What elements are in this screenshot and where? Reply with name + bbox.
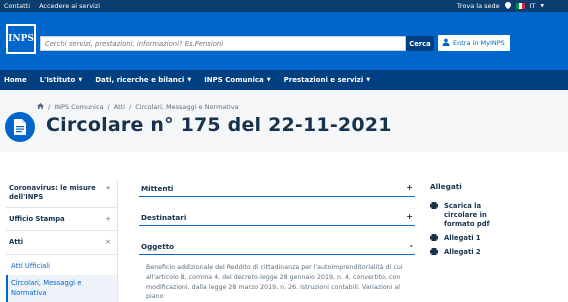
accordion-title: Mittenti	[141, 183, 174, 193]
sidebar-subitem-atti-ufficiali[interactable]: Atti Ufficiali	[6, 255, 117, 275]
language-selector[interactable]: IT	[530, 2, 536, 10]
nav-item-istituto[interactable]: L'Istituto ▼	[40, 76, 82, 84]
expand-icon: +	[406, 212, 413, 221]
attachment-label: Allegati 2	[444, 247, 481, 256]
chevron-down-icon: ▼	[187, 77, 192, 83]
print-icon	[430, 247, 438, 258]
myinps-button[interactable]: Entra in MyINPS	[438, 35, 510, 51]
sidebar-item-coronavirus[interactable]: Coronavirus: le misure dell'INPS +	[6, 180, 117, 208]
myinps-label: Entra in MyINPS	[453, 39, 505, 47]
expand-icon: +	[406, 183, 413, 192]
sidebar-subitem-circolari[interactable]: Circolari, Messaggi e Normativa	[6, 275, 117, 302]
attachment-1-link[interactable]: Allegati 1	[430, 233, 550, 244]
sidebar-item-label: Atti	[9, 238, 24, 247]
sidebar-item-label: Ufficio Stampa	[9, 214, 65, 223]
chevron-down-icon: ▼	[366, 77, 371, 83]
search-box	[40, 36, 406, 51]
document-icon	[5, 112, 35, 142]
attachment-pdf-link[interactable]: Scarica la circolare in formato pdf	[430, 202, 550, 230]
link-contatti[interactable]: Contatti	[4, 2, 30, 10]
collapse-icon: -	[409, 241, 413, 250]
home-icon[interactable]	[37, 103, 44, 111]
chevron-down-icon: ▼	[266, 77, 271, 83]
nav-item-dati-ricerche[interactable]: Dati, ricerche e bilanci ▼	[95, 76, 191, 84]
breadcrumb-separator: /	[48, 103, 51, 111]
location-pin-icon	[504, 1, 511, 11]
oggetto-text: Beneficio addizionale del Reddito di cit…	[146, 264, 403, 301]
search-button[interactable]: Cerca	[406, 36, 434, 51]
attachment-label: Allegati 1	[444, 233, 481, 242]
main-navigation: Home L'Istituto ▼ Dati, ricerche e bilanc…	[0, 70, 568, 90]
accordion-destinatari[interactable]: Destinatari +	[139, 209, 415, 226]
accordion-title: Destinatari	[141, 212, 187, 222]
sidebar-item-ufficio-stampa[interactable]: Ufficio Stampa +	[6, 208, 117, 232]
print-icon	[430, 233, 438, 244]
italian-flag-icon	[515, 3, 525, 9]
attachments-panel: Allegati Scarica la circolare in formato…	[430, 182, 550, 262]
expand-icon: +	[105, 214, 111, 223]
print-icon	[430, 202, 438, 230]
sidebar: Coronavirus: le misure dell'INPS + Uffic…	[6, 180, 118, 302]
attachment-label: Scarica la circolare in formato pdf	[444, 202, 490, 229]
accordion-title: Oggetto	[141, 241, 175, 251]
top-utility-bar: Contatti Accedere ai servizi Trova la se…	[0, 0, 568, 12]
breadcrumb-atti[interactable]: Atti	[114, 103, 125, 111]
user-icon	[442, 38, 450, 48]
nav-item-home[interactable]: Home	[4, 76, 27, 84]
search-input[interactable]	[45, 39, 405, 48]
nav-item-inps-comunica[interactable]: INPS Comunica ▼	[204, 76, 270, 84]
collapse-icon: ×	[105, 238, 111, 247]
attachment-2-link[interactable]: Allegati 2	[430, 247, 550, 258]
breadcrumb-separator: /	[129, 103, 132, 111]
expand-icon: +	[105, 184, 111, 192]
link-trova-sede[interactable]: Trova la sede	[457, 2, 500, 10]
accordion-oggetto[interactable]: Oggetto -	[139, 238, 415, 255]
accordion-mittenti[interactable]: Mittenti +	[139, 180, 415, 197]
page-title: Circolare n° 175 del 22-11-2021	[46, 114, 392, 136]
nav-item-prestazioni[interactable]: Prestazioni e servizi ▼	[284, 76, 371, 84]
link-accedere-servizi[interactable]: Accedere ai servizi	[39, 2, 100, 10]
attachments-title: Allegati	[430, 182, 462, 191]
chevron-down-icon: ▼	[540, 3, 544, 9]
breadcrumb-circolari[interactable]: Circolari, Messaggi e Normativa	[135, 103, 238, 111]
sidebar-item-atti[interactable]: Atti ×	[6, 231, 117, 256]
inps-logo[interactable]: INPS	[6, 24, 36, 54]
logo-text: INPS	[8, 26, 34, 52]
accordion: Mittenti + Destinatari + Oggetto - Benef…	[139, 180, 415, 302]
breadcrumb-separator: /	[107, 103, 110, 111]
chevron-down-icon: ▼	[78, 77, 83, 83]
breadcrumb-inps-comunica[interactable]: INPS Comunica	[54, 103, 103, 111]
breadcrumb: / INPS Comunica / Atti / Circolari, Mess…	[37, 103, 238, 111]
sidebar-item-label: Coronavirus: le misure dell'INPS	[9, 184, 96, 201]
